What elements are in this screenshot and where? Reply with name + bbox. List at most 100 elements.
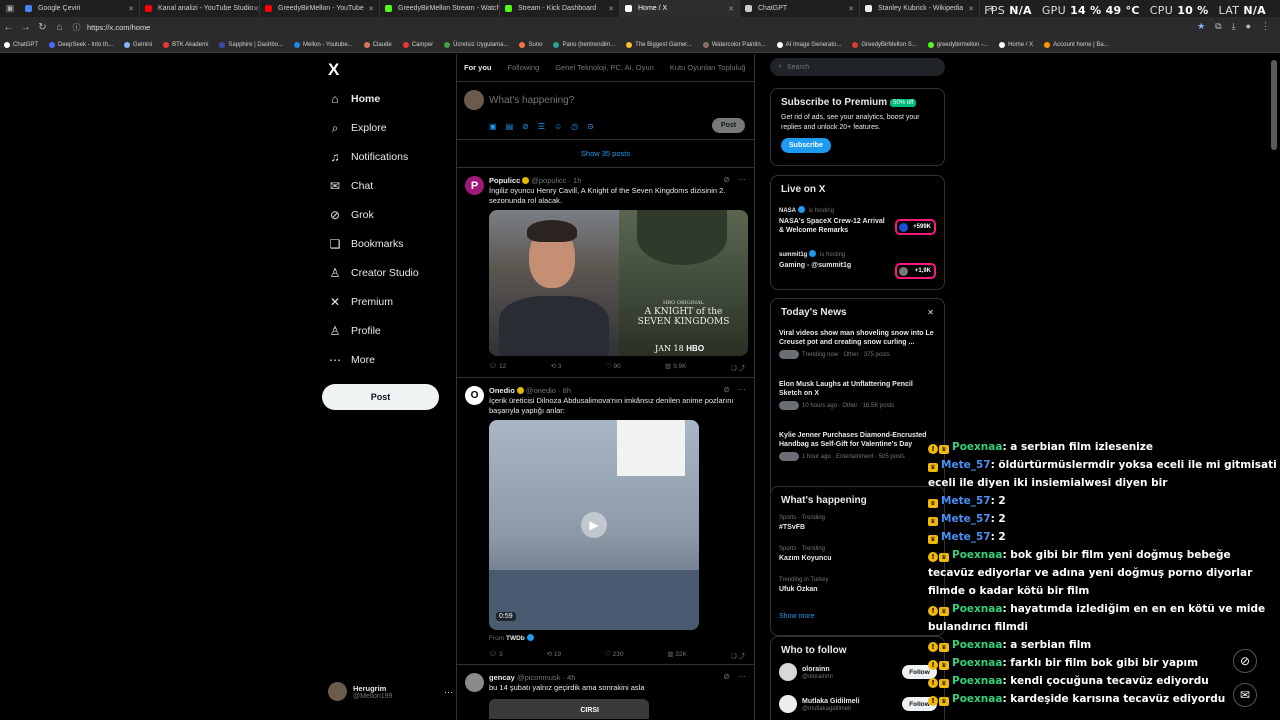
news-item[interactable]: Kylie Jenner Purchases Diamond-Encrusted… (779, 431, 937, 461)
home-button-icon[interactable]: ⌂ (51, 22, 68, 33)
feed-tab[interactable]: Following (508, 63, 540, 72)
close-tab-icon[interactable]: ✕ (968, 5, 974, 13)
views-button[interactable]: ▥ 9,9K (665, 362, 686, 372)
browser-menu-icon[interactable]: ▣ (0, 3, 20, 14)
browser-tab[interactable]: Stream - Kick Dashboard ✕ (500, 0, 620, 17)
nav-item-more[interactable]: ⋯ More (328, 353, 375, 367)
image-icon[interactable]: ▣ (489, 122, 497, 131)
nav-item-home[interactable]: ⌂ Home (328, 92, 380, 106)
close-tab-icon[interactable]: ✕ (368, 5, 374, 13)
schedule-icon[interactable]: ◷ (571, 122, 578, 131)
forward-icon[interactable]: → (17, 22, 34, 33)
close-tab-icon[interactable]: ✕ (728, 5, 734, 13)
bookmark-item[interactable]: Mellon - Youtube... (294, 42, 353, 48)
tweet-media[interactable]: CIRSI (489, 699, 649, 719)
bookmark-item[interactable]: DeepSeek - Into th... (49, 42, 113, 48)
browser-tab[interactable]: GreedyBirMellon Stream - Watch✕ (380, 0, 500, 17)
x-logo[interactable]: X (328, 60, 339, 80)
gif-icon[interactable]: ▤ (506, 122, 514, 131)
bookmark-item[interactable]: Gemini (124, 42, 152, 48)
extension-icon[interactable]: ⧉ (1215, 21, 1221, 32)
bookmark-tweet-icon[interactable]: ❏ ⤴ (731, 650, 745, 660)
post-button[interactable]: Post (322, 384, 439, 410)
browser-tab[interactable]: Home / X ✕ (620, 0, 740, 17)
nav-item-chat[interactable]: ✉ Chat (328, 179, 373, 193)
more-icon[interactable]: ⋯ (738, 175, 746, 184)
tweet-author-name[interactable]: Onedio (489, 386, 515, 395)
bookmark-item[interactable]: Suno (519, 42, 542, 48)
nav-item-profile[interactable]: ♙ Profile (328, 324, 381, 338)
trend-item[interactable]: Sports · Trending #TSvFB (779, 515, 937, 532)
reload-icon[interactable]: ↻ (34, 22, 51, 33)
grok-icon[interactable]: ⊘ (723, 672, 730, 681)
repost-button[interactable]: ⟲ 3 (551, 362, 562, 372)
close-tab-icon[interactable]: ✕ (128, 5, 134, 13)
poll-icon[interactable]: ☰ (538, 122, 545, 131)
bookmark-item[interactable]: ChatGPT (4, 42, 38, 48)
repost-button[interactable]: ⟲ 19 (547, 650, 562, 660)
download-icon[interactable]: ⤓ (1232, 21, 1236, 32)
close-tab-icon[interactable]: ✕ (253, 5, 259, 13)
bookmark-item[interactable]: AI Image Generato... (776, 42, 841, 48)
nav-item-grok[interactable]: ⊘ Grok (328, 208, 374, 222)
news-item[interactable]: Elon Musk Laughs at Unflattering Pencil … (779, 380, 937, 410)
browser-tab[interactable]: Google Çeviri ✕ (20, 0, 140, 17)
live-listener-count[interactable]: +1,9K (895, 263, 936, 279)
browser-tab[interactable]: Kanal analizi - YouTube Studio ✕ (140, 0, 260, 17)
nav-item-explore[interactable]: ⌕ Explore (328, 121, 387, 135)
grok-icon[interactable]: ⊘ (723, 175, 730, 184)
reply-button[interactable]: 💬︎ 12 (489, 362, 506, 372)
feed-tab[interactable]: Kutu Oyunları Topluluğ (670, 63, 746, 72)
feed-tab[interactable]: Genel Teknoloji, PC, AI, Oyun (555, 63, 654, 72)
bookmark-item[interactable]: Account home | Ba... (1044, 42, 1109, 48)
profile-icon[interactable]: ● (1246, 21, 1251, 32)
nav-item-creator-studio[interactable]: ♙ Creator Studio (328, 266, 419, 280)
site-info-icon[interactable]: ⓘ (68, 22, 85, 33)
browser-tab[interactable]: GreedyBirMellon - YouTube ✕ (260, 0, 380, 17)
more-icon[interactable]: ⋯ (738, 385, 746, 394)
play-icon[interactable]: ▶ (581, 512, 607, 538)
tweet[interactable]: gencay @piconmusk · 4h ⊘ ⋯ bu 14 şubatı y… (457, 665, 754, 720)
tweet-video[interactable]: ▶ 0:59 (489, 420, 699, 630)
scrollbar[interactable] (1271, 54, 1277, 720)
back-icon[interactable]: ← (0, 22, 17, 33)
live-listener-count[interactable]: +599K (895, 219, 936, 235)
bookmark-item[interactable]: Home / X (999, 42, 1033, 48)
scrollbar-thumb[interactable] (1271, 60, 1277, 150)
composer-input[interactable]: What's happening? (489, 95, 574, 106)
bookmark-item[interactable]: GreedyBirMellon S... (852, 42, 917, 48)
bookmark-item[interactable]: Ücretsiz Uygulama... (444, 42, 508, 48)
close-tab-icon[interactable]: ✕ (608, 5, 614, 13)
bookmark-item[interactable]: Pano (bentrendim... (553, 42, 615, 48)
close-tab-icon[interactable]: ✕ (848, 5, 854, 13)
bookmark-item[interactable]: Watercolor Paintin... (702, 42, 766, 48)
bookmark-item[interactable]: BTK Akademi (163, 42, 208, 48)
browser-tab[interactable]: Stanley Kubrick - Wikipedia ✕ (860, 0, 980, 17)
nav-item-notifications[interactable]: ♫ Notifications (328, 150, 409, 164)
tweet-author-name[interactable]: gencay (489, 673, 515, 682)
nav-item-bookmarks[interactable]: ❏ Bookmarks (328, 237, 404, 251)
trend-item[interactable]: Trending in Turkey Ufuk Özkan (779, 577, 937, 594)
like-button[interactable]: ♡ 90 (606, 362, 621, 372)
grok-floating-icon[interactable]: ⊘ (1233, 649, 1257, 673)
trend-item[interactable]: Sports · Trending Kazım Koyuncu (779, 546, 937, 563)
tweet-media[interactable]: HBO ORIGINAL A KNIGHT of the SEVEN KINGD… (489, 210, 748, 356)
grok-icon[interactable]: ⊘ (723, 385, 730, 394)
bookmark-item[interactable]: Camper (402, 42, 433, 48)
show-more-link[interactable]: Show more (779, 613, 814, 620)
bookmark-item[interactable]: greedybirmellon -... (927, 42, 988, 48)
subscribe-button[interactable]: Subscribe (781, 138, 831, 153)
location-icon[interactable]: ⊙ (587, 122, 594, 131)
news-item[interactable]: Viral videos show man shoveling snow int… (779, 329, 937, 359)
tweet[interactable]: O Onedio @onedio · 8h ⊘ ⋯ İçerik üreticisi… (457, 378, 754, 665)
close-icon[interactable]: ✕ (927, 308, 934, 317)
feed-tab[interactable]: For you (464, 63, 492, 72)
emoji-icon[interactable]: ☺ (554, 122, 562, 131)
like-button[interactable]: ♡ 230 (605, 650, 624, 660)
nav-item-premium[interactable]: ✕ Premium (328, 295, 393, 309)
composer-post-button[interactable]: Post (712, 118, 745, 133)
views-button[interactable]: ▥ 32K (667, 650, 687, 660)
url-field[interactable]: https://x.com/home (87, 23, 150, 32)
bookmark-tweet-icon[interactable]: ❏ ⤴ (731, 362, 745, 372)
account-switcher[interactable]: Herugrim @Mellon199 ··· (328, 682, 453, 701)
